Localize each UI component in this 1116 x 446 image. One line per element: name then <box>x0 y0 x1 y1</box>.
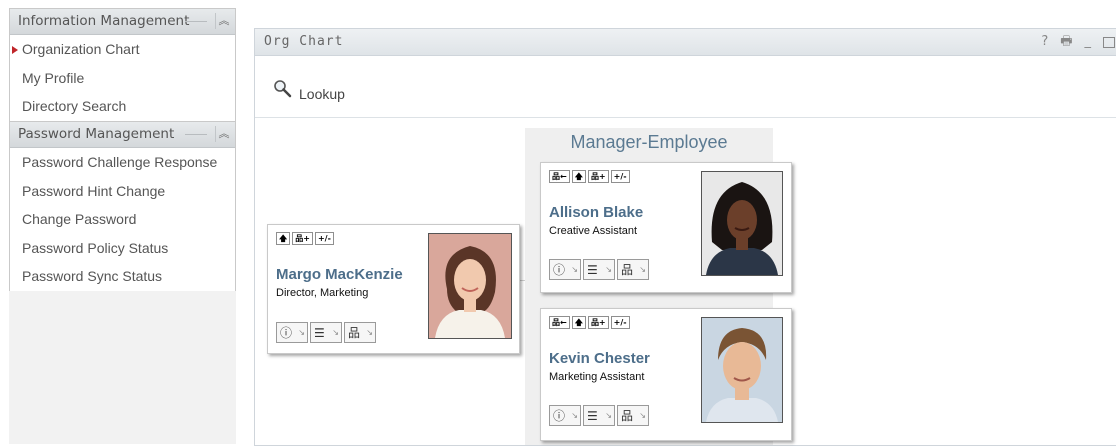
card-tools: ⓘ ↘ ☰ ↘ 品 ↘ <box>549 405 649 426</box>
info-icon: ⓘ <box>553 263 566 277</box>
sidebar-item-label: Organization Chart <box>22 41 140 57</box>
info-button[interactable]: ⓘ ↘ <box>549 405 581 426</box>
magnifier-icon[interactable] <box>273 79 293 99</box>
sidebar-item-password-hint-change[interactable]: Password Hint Change <box>10 177 235 206</box>
person-name[interactable]: Margo MacKenzie <box>276 266 403 283</box>
person-name[interactable]: Kevin Chester <box>549 350 650 367</box>
card-tools: ⓘ ↘ ☰ ↘ 品 ↘ <box>276 322 376 343</box>
sidebar-item-password-sync-status[interactable]: Password Sync Status <box>10 262 235 291</box>
email-icon: ☰ <box>314 326 325 340</box>
info-icon: ⓘ <box>553 409 566 423</box>
email-icon: ☰ <box>587 263 598 277</box>
org-chart-panel: Org Chart ? 🖶 _ Lookup Manager-Employee … <box>254 28 1116 446</box>
email-button[interactable]: ☰ ↘ <box>310 322 342 343</box>
sidebar-item-change-password[interactable]: Change Password <box>10 205 235 234</box>
person-photo <box>701 317 783 423</box>
info-icon: ⓘ <box>280 326 293 340</box>
collapse-icon[interactable]: ︽ <box>215 126 232 142</box>
collapse-icon[interactable]: ︽ <box>215 13 232 29</box>
sidebar-item-password-policy-status[interactable]: Password Policy Status <box>10 234 235 263</box>
person-name[interactable]: Allison Blake <box>549 204 643 221</box>
org-icon: 品 <box>348 326 361 340</box>
password-management-title: Password Management <box>18 126 175 142</box>
sidebar-item-directory-search[interactable]: Directory Search <box>10 92 235 121</box>
information-management-header[interactable]: Information Management ︽ <box>10 9 235 35</box>
info-button[interactable]: ⓘ ↘ <box>549 259 581 280</box>
org-button[interactable]: 品 ↘ <box>617 405 649 426</box>
up-level-button[interactable]: 🡅 <box>571 316 586 329</box>
sidebar-item-organization-chart[interactable]: Organization Chart <box>10 35 235 64</box>
information-management-title: Information Management <box>18 13 190 29</box>
help-icon[interactable]: ? <box>1041 29 1049 55</box>
org-chart-area: Manager-Employee 🡅 品+ +/- Margo MacKenzi… <box>255 118 1116 445</box>
sidebar-item-label: Password Sync Status <box>22 268 163 284</box>
card-actions: 品← 🡅 品+ +/- <box>549 316 630 329</box>
org-icon: 品 <box>621 263 634 277</box>
email-button[interactable]: ☰ ↘ <box>583 259 615 280</box>
sidebar-item-label: Change Password <box>22 211 137 227</box>
toggle-button[interactable]: +/- <box>314 232 334 245</box>
person-title: Marketing Assistant <box>549 371 645 383</box>
information-management-menu: Information Management ︽ Organization Ch… <box>9 8 236 122</box>
minimize-icon[interactable]: _ <box>1085 29 1093 55</box>
employee-card[interactable]: 品← 🡅 品+ +/- Kevin Chester Marketing Assi… <box>540 308 792 441</box>
sidebar: Information Management ︽ Organization Ch… <box>9 8 236 444</box>
person-photo <box>428 233 512 339</box>
sidebar-item-password-challenge-response[interactable]: Password Challenge Response <box>10 148 235 177</box>
person-title: Creative Assistant <box>549 225 638 237</box>
email-button[interactable]: ☰ ↘ <box>583 405 615 426</box>
expand-button[interactable]: 品+ <box>587 170 609 183</box>
expand-button[interactable]: 品+ <box>292 232 313 245</box>
panel-titlebar: Org Chart ? 🖶 _ <box>255 29 1116 56</box>
group-title: Manager-Employee <box>570 132 728 152</box>
toggle-button[interactable]: +/- <box>610 170 630 183</box>
card-actions: 🡅 品+ +/- <box>276 232 334 245</box>
header-rule <box>185 21 207 22</box>
card-tools: ⓘ ↘ ☰ ↘ 品 ↘ <box>549 259 649 280</box>
up-level-button[interactable]: 🡅 <box>571 170 586 183</box>
toggle-button[interactable]: +/- <box>610 316 630 329</box>
panel-title: Org Chart <box>264 34 344 49</box>
sidebar-item-my-profile[interactable]: My Profile <box>10 64 235 93</box>
sidebar-item-label: Password Hint Change <box>22 182 166 199</box>
header-rule <box>185 134 207 135</box>
employee-card[interactable]: 品← 🡅 品+ +/- Allison Blake Creative Assis… <box>540 162 792 293</box>
sidebar-item-label: Directory Search <box>22 98 127 114</box>
lookup-bar: Lookup <box>255 56 1116 118</box>
up-level-button[interactable]: 🡅 <box>276 232 291 245</box>
password-management-menu: Password Management ︽ Password Challenge… <box>9 121 236 292</box>
back-to-manager-button[interactable]: 品← <box>549 316 570 329</box>
sidebar-empty-area <box>9 291 236 444</box>
active-arrow-icon <box>12 46 18 54</box>
person-photo <box>701 171 783 276</box>
email-icon: ☰ <box>587 409 598 423</box>
person-title: Director, Marketing <box>276 287 369 299</box>
org-button[interactable]: 品 ↘ <box>344 322 376 343</box>
maximize-icon[interactable] <box>1103 36 1115 48</box>
sidebar-item-label: My Profile <box>22 69 85 86</box>
sidebar-item-label: Password Policy Status <box>22 239 169 256</box>
card-actions: 品← 🡅 品+ +/- <box>549 170 630 183</box>
back-to-manager-button[interactable]: 品← <box>549 170 570 183</box>
expand-button[interactable]: 品+ <box>587 316 609 329</box>
print-icon[interactable]: 🖶 <box>1060 29 1073 55</box>
panel-controls: ? 🖶 _ <box>1041 29 1115 55</box>
password-management-header[interactable]: Password Management ︽ <box>10 122 235 148</box>
lookup-link[interactable]: Lookup <box>299 86 345 102</box>
manager-card[interactable]: 🡅 品+ +/- Margo MacKenzie Director, Marke… <box>267 224 520 354</box>
org-button[interactable]: 品 ↘ <box>617 259 649 280</box>
info-button[interactable]: ⓘ ↘ <box>276 322 308 343</box>
sidebar-item-label: Password Challenge Response <box>22 154 218 170</box>
org-icon: 品 <box>621 409 634 423</box>
